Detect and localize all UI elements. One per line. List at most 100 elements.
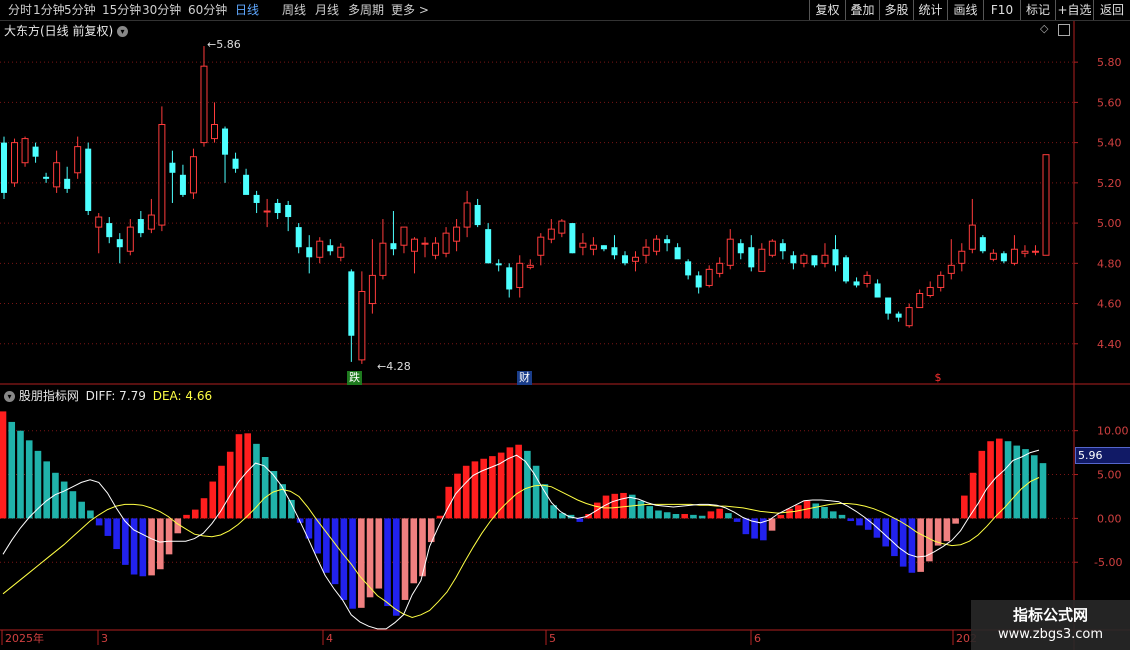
candle-body: [885, 297, 892, 314]
histogram-bar: [25, 440, 33, 519]
candle-body: [958, 250, 966, 264]
indicator-tick-label: -5.00: [1094, 556, 1122, 569]
histogram-bar: [480, 458, 487, 519]
candle-body: [463, 202, 471, 228]
histogram-bar: [165, 518, 173, 555]
price-tick-label: 5.60: [1097, 96, 1122, 109]
candle-body: [874, 283, 881, 298]
candle-body: [200, 65, 208, 144]
price-panel-title[interactable]: 大东方(日线 前复权) ▾: [4, 22, 129, 39]
candle-body: [400, 226, 408, 246]
diff-label: DIFF: 7.79: [85, 389, 146, 403]
period-item-7[interactable]: 周线: [282, 2, 306, 18]
histogram-bar: [917, 518, 924, 572]
candle-body: [843, 257, 850, 282]
indicator-dropdown-icon[interactable]: ▾: [4, 391, 15, 402]
x-tick-label: 6: [754, 632, 761, 645]
period-item-4[interactable]: 30分钟: [142, 2, 181, 18]
histogram-bar: [209, 481, 217, 519]
candle-body: [979, 237, 986, 252]
chart-canvas: 5.80 5.60 5.40 5.20 5.00 4.80 4.60 4.40 10.00 5.0…: [0, 20, 1130, 650]
histogram-bar: [707, 511, 715, 519]
event-badge-fall[interactable]: 跌: [347, 371, 362, 385]
candle-body: [390, 243, 397, 250]
histogram-bar: [847, 518, 855, 522]
watermark-title: 指标公式网: [1012, 606, 1088, 624]
toolbar-button-8[interactable]: 返回: [1093, 0, 1130, 20]
histogram-bar: [891, 518, 898, 557]
candle-body: [232, 158, 239, 169]
toolbar-button-6[interactable]: 标记: [1020, 0, 1055, 20]
dropdown-icon[interactable]: ▾: [117, 26, 129, 37]
period-item-8[interactable]: 月线: [315, 2, 339, 18]
histogram-bar: [384, 518, 391, 607]
candle-body: [358, 290, 366, 361]
period-item-9[interactable]: 多周期: [348, 2, 384, 18]
candle-body: [95, 216, 103, 228]
histogram-bar: [471, 461, 479, 519]
histogram-bar: [60, 481, 68, 519]
histogram-bar: [358, 518, 365, 608]
indicator-histogram: [0, 411, 1047, 616]
histogram-bar: [8, 421, 16, 519]
histogram-bar: [331, 518, 339, 585]
candle-body: [116, 239, 123, 248]
toolbar-button-3[interactable]: 统计: [913, 0, 947, 20]
candle-body: [169, 162, 176, 173]
histogram-bar: [139, 518, 147, 577]
candle-body: [1031, 250, 1039, 253]
candle-body: [674, 247, 681, 260]
candle-body: [779, 243, 786, 252]
diamond-icon[interactable]: ◇: [1040, 22, 1048, 35]
period-item-3[interactable]: 15分钟: [102, 2, 141, 18]
histogram-bar: [130, 518, 138, 575]
histogram-bar: [716, 508, 723, 519]
candle-body: [474, 204, 481, 226]
histogram-bar: [436, 515, 444, 519]
panel-toggle-icon[interactable]: [1058, 24, 1070, 36]
period-item-10[interactable]: 更多 >: [391, 2, 429, 18]
candle-body: [589, 244, 597, 250]
candle-body: [211, 124, 219, 140]
period-item-1[interactable]: 1分钟: [33, 2, 65, 18]
histogram-bar: [620, 492, 627, 519]
candle-body: [968, 224, 976, 250]
candle-body: [811, 255, 818, 266]
stock-title: 大东方(日线 前复权): [4, 24, 114, 38]
indicator-tick-label: 0.00: [1097, 512, 1122, 525]
histogram-bar: [462, 465, 470, 519]
histogram-bar: [952, 518, 959, 524]
candle-body: [348, 271, 355, 336]
candle-body: [926, 286, 934, 297]
event-badge-finance[interactable]: 财: [517, 371, 532, 385]
candle-body: [1042, 154, 1050, 256]
x-tick-label: 4: [326, 632, 333, 645]
period-item-0[interactable]: 分时: [8, 2, 32, 18]
toolbar-button-4[interactable]: 画线: [947, 0, 983, 20]
toolbar-button-5[interactable]: F10: [983, 0, 1020, 20]
period-item-5[interactable]: 60分钟: [188, 2, 227, 18]
histogram-bar: [794, 505, 802, 519]
candle-body: [800, 254, 808, 264]
period-item-6[interactable]: 日线: [235, 2, 259, 18]
candle-body: [895, 313, 902, 318]
candle-body: [621, 255, 628, 264]
candle-body: [790, 255, 797, 264]
indicator-name[interactable]: 股朋指标网: [19, 389, 79, 403]
toolbar-button-2[interactable]: 多股: [879, 0, 913, 20]
toolbar-button-7[interactable]: +自选: [1055, 0, 1093, 20]
histogram-bar: [541, 484, 549, 519]
candle-body: [516, 262, 524, 288]
candle-body: [295, 227, 302, 248]
period-item-2[interactable]: 5分钟: [64, 2, 96, 18]
toolbar-button-0[interactable]: 复权: [809, 0, 845, 20]
candle-body: [937, 274, 945, 288]
histogram-bar: [43, 461, 50, 519]
candle-body: [821, 254, 829, 264]
candle-body: [485, 229, 492, 264]
histogram-bar: [637, 500, 645, 519]
event-badge-dollar[interactable]: $: [933, 371, 943, 385]
candle-body: [263, 210, 271, 213]
toolbar-button-1[interactable]: 叠加: [845, 0, 879, 20]
histogram-bar: [821, 506, 828, 519]
